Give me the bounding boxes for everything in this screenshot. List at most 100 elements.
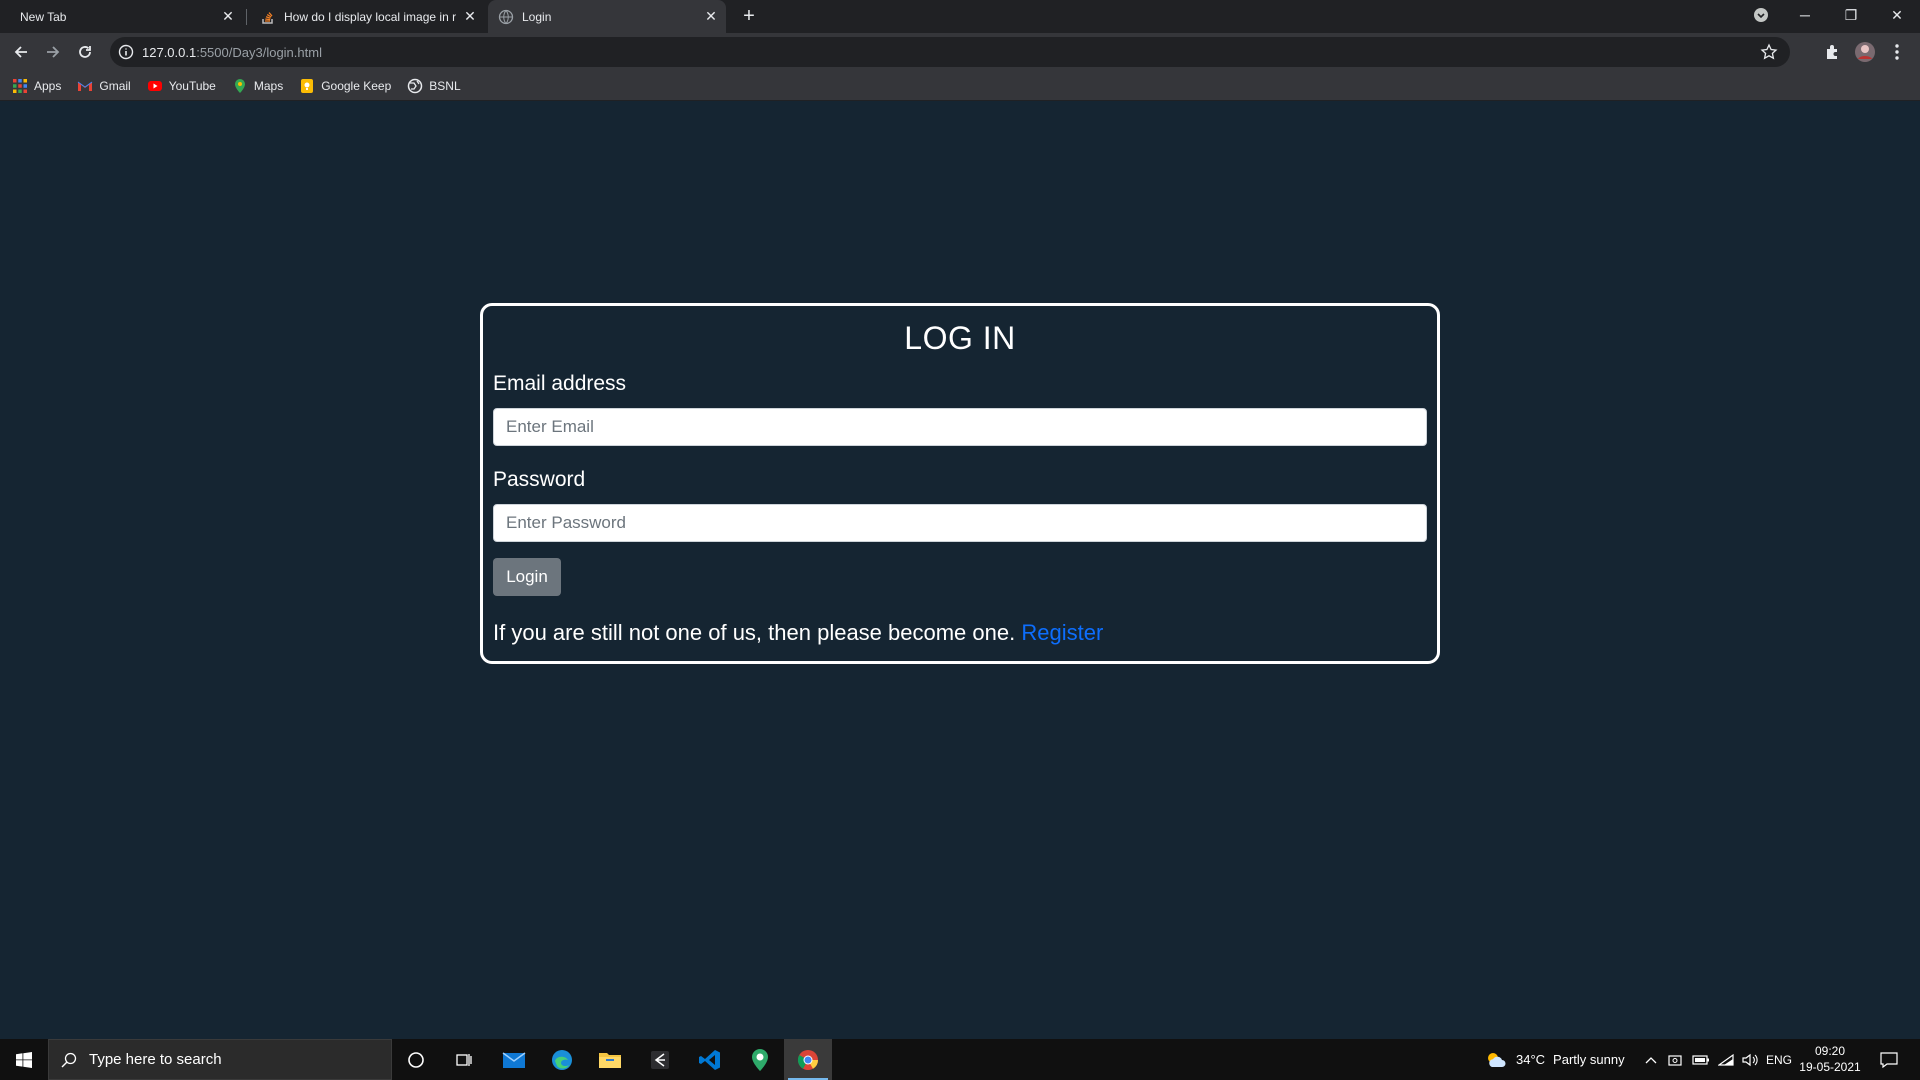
meet-now-icon[interactable] [1668, 1039, 1682, 1080]
page-title: LOG IN [904, 320, 1016, 356]
globe-icon [498, 9, 514, 24]
tab-separator [246, 9, 247, 25]
vscode-icon [699, 1049, 720, 1070]
register-link[interactable]: Register [1021, 620, 1103, 645]
bookmark-youtube[interactable]: YouTube [147, 78, 216, 94]
taskbar-search[interactable]: Type here to search [48, 1039, 392, 1080]
arrow-left-icon [14, 46, 27, 58]
map-pin-icon [752, 1048, 768, 1071]
star-icon[interactable] [1760, 43, 1778, 61]
close-icon[interactable]: ✕ [221, 9, 235, 23]
search-placeholder: Type here to search [89, 1051, 222, 1068]
edge-app[interactable] [538, 1039, 586, 1080]
chevron-up-icon [1645, 1056, 1657, 1063]
password-field[interactable] [493, 504, 1427, 542]
bookmarks-bar: Apps Gmail YouTube Maps Google Keep BSNL [0, 71, 1920, 101]
minimize-button[interactable]: ─ [1782, 0, 1828, 30]
extensions-button[interactable] [1822, 41, 1844, 63]
email-label: Email address [493, 372, 627, 395]
close-icon[interactable]: ✕ [704, 9, 718, 23]
close-icon[interactable]: ✕ [463, 9, 477, 23]
language-text: ENG [1766, 1052, 1793, 1067]
tab-login[interactable]: Login ✕ [488, 0, 726, 33]
apps-grid-icon [13, 78, 27, 93]
avatar [1855, 42, 1875, 62]
reload-button[interactable] [74, 41, 96, 63]
tab-title: New Tab [20, 9, 67, 24]
address-bar[interactable]: 127.0.0.1:5500/Day3/login.html [110, 37, 1790, 67]
clock-time: 09:20 [1814, 1044, 1846, 1058]
bookmark-apps[interactable]: Apps [12, 78, 61, 94]
battery-icon [1692, 1054, 1709, 1065]
cortana-button[interactable] [392, 1039, 440, 1080]
speaker-icon [1742, 1053, 1758, 1066]
weather-widget[interactable]: 34°C Partly sunny [1484, 1039, 1625, 1080]
google-keep-icon [301, 78, 314, 93]
arrow-right-icon [47, 46, 60, 58]
file-explorer-app[interactable] [586, 1039, 634, 1080]
forward-button[interactable] [42, 41, 64, 63]
task-view-button[interactable] [440, 1039, 488, 1080]
browser-toolbar: 127.0.0.1:5500/Day3/login.html [0, 33, 1920, 71]
register-prompt-text: If you are still not one of us, then ple… [493, 620, 1016, 645]
show-hidden-icons-button[interactable] [1644, 1039, 1658, 1080]
battery-icon[interactable] [1692, 1039, 1710, 1080]
url-text: 127.0.0.1:5500/Day3/login.html [142, 45, 322, 60]
mail-app[interactable] [490, 1039, 538, 1080]
login-button[interactable]: Login [493, 558, 561, 596]
cortana-icon [408, 1051, 424, 1068]
url-path: :5500/Day3/login.html [196, 44, 322, 60]
start-button[interactable] [0, 1039, 48, 1080]
camera-icon [1668, 1054, 1682, 1066]
clock[interactable]: 09:20 19-05-2021 [1790, 1043, 1870, 1075]
visual-studio-installer-app[interactable] [636, 1039, 684, 1080]
bookmark-label: Apps [34, 78, 62, 93]
close-window-button[interactable]: ✕ [1874, 0, 1920, 30]
password-label: Password [493, 468, 586, 491]
menu-button[interactable] [1886, 41, 1908, 63]
vscode-app[interactable] [686, 1039, 734, 1080]
maps-pin-icon [234, 78, 245, 93]
installer-icon [651, 1050, 669, 1069]
url-host: 127.0.0.1 [142, 44, 197, 60]
register-prompt: If you are still not one of us, then ple… [493, 618, 1427, 648]
taskbar: Type here to search 34°C Partly sunny EN… [0, 1039, 1920, 1080]
new-tab-button[interactable]: + [738, 6, 760, 28]
restore-button[interactable]: ❐ [1828, 0, 1874, 30]
volume-icon[interactable] [1742, 1039, 1758, 1080]
tab-title: How do I display local image in r [284, 9, 457, 24]
search-icon [61, 1052, 77, 1067]
profile-button[interactable] [1854, 41, 1876, 63]
info-icon [118, 44, 134, 60]
youtube-icon [147, 80, 162, 91]
folder-icon [599, 1052, 621, 1068]
chrome-app[interactable] [784, 1039, 832, 1080]
language-indicator[interactable]: ENG [1766, 1039, 1792, 1080]
tab-stackoverflow[interactable]: How do I display local image in r ✕ [250, 0, 485, 33]
tab-search-icon[interactable] [1738, 0, 1784, 30]
bookmark-gmail[interactable]: Gmail [77, 78, 131, 94]
partly-sunny-icon [1488, 1052, 1506, 1067]
task-view-icon [456, 1053, 472, 1066]
bookmark-label: Google Keep [321, 78, 392, 93]
back-button[interactable] [10, 41, 32, 63]
stackoverflow-icon [262, 11, 273, 24]
bookmark-google-keep[interactable]: Google Keep [299, 78, 391, 94]
bookmark-label: Maps [253, 78, 284, 93]
tab-new-tab[interactable]: New Tab ✕ [8, 0, 243, 33]
clock-date: 19-05-2021 [1799, 1060, 1861, 1074]
notifications-button[interactable] [1880, 1039, 1898, 1080]
reload-icon [79, 46, 91, 58]
wifi-icon[interactable] [1718, 1039, 1734, 1080]
tab-title: Login [522, 9, 552, 24]
puzzle-icon [1827, 45, 1837, 59]
edge-icon [552, 1049, 572, 1070]
chrome-icon [797, 1049, 819, 1070]
weather-text: Partly sunny [1553, 1052, 1625, 1067]
bookmark-bsnl[interactable]: BSNL [407, 78, 461, 94]
app-pin[interactable] [736, 1039, 784, 1080]
page-content: LOG IN Email address Password Login If y… [0, 102, 1920, 1039]
globe-icon [408, 78, 423, 93]
bookmark-maps[interactable]: Maps [232, 78, 283, 94]
email-field[interactable] [493, 408, 1427, 446]
